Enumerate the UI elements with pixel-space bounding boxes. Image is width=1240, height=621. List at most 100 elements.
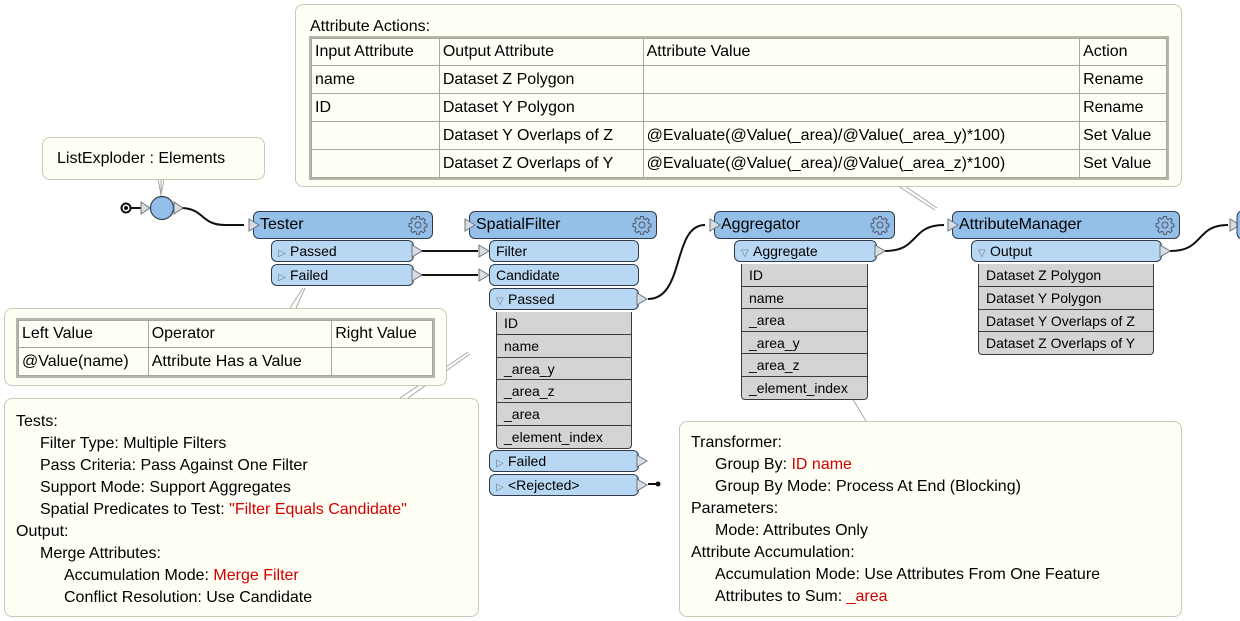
table-cell	[642, 93, 1081, 122]
aggregator-annotation[interactable]: Transformer: Group By: ID name Group By Mo…	[679, 421, 1182, 617]
port-label: Candidate	[496, 267, 560, 283]
list-exploder-annotation[interactable]: ListExploder : Elements	[42, 137, 265, 180]
annotation-line: Attribute Accumulation:	[691, 542, 855, 564]
output-port[interactable]: ▷ <Rejected>	[489, 473, 639, 498]
gear-icon[interactable]	[632, 215, 652, 235]
node-header[interactable]: Tester	[253, 211, 433, 239]
annotation-line: Mode: Attributes Only	[715, 520, 868, 542]
rejected-end-dot	[655, 481, 661, 487]
annotation-text: ListExploder : Elements	[57, 150, 226, 167]
table-header-row: Left Value Operator Right Value	[18, 320, 433, 348]
annotation-line: Accumulation Mode: Use Attributes From O…	[715, 564, 1100, 586]
input-triangle-icon	[478, 268, 490, 287]
attribute-row: name	[496, 334, 632, 358]
node-header[interactable]: Aggregator	[714, 211, 895, 239]
table-cell: ID	[311, 93, 440, 122]
output-port[interactable]: ▽ Aggregate	[734, 240, 877, 262]
output-port[interactable]: ▷ Failed	[489, 449, 639, 474]
table-cell: Dataset Y Overlaps of Z	[438, 121, 644, 150]
output-triangle-icon	[411, 268, 423, 287]
annotation-line: Accumulation Mode: Merge Filter	[64, 565, 299, 587]
input-port[interactable]: Filter	[489, 240, 639, 262]
annotation-line: Attributes to Sum: _area	[715, 586, 888, 608]
table-row: Dataset Y Overlaps of Z @Evaluate(@Value(…	[311, 121, 1167, 150]
column-header: Right Value	[331, 320, 433, 348]
table-cell	[311, 121, 440, 150]
annotation-label: Filter Type: Multiple Filters	[40, 435, 227, 452]
table-cell: name	[311, 65, 440, 94]
node-title: Tester	[260, 216, 304, 233]
attribute-row: _area	[496, 403, 632, 426]
table-cell: Set Value	[1079, 149, 1167, 178]
port-label: Failed	[290, 267, 329, 283]
column-header: Output Attribute	[438, 38, 644, 66]
annotation-line: Merge Attributes:	[40, 543, 161, 565]
table-cell: Dataset Z Polygon	[438, 65, 644, 94]
table-cell: Rename	[1079, 93, 1167, 122]
attribute-row: _area	[741, 309, 868, 332]
expand-down-icon[interactable]: ▽	[741, 244, 753, 264]
annotation-label: Pass Criteria: Pass Against One Filter	[40, 457, 308, 474]
port-label: Filter	[496, 243, 528, 259]
annotation-value: ID name	[791, 456, 852, 473]
annotation-label: Conflict Resolution: Use Candidate	[64, 589, 313, 606]
table-cell: Rename	[1079, 65, 1167, 94]
attribute-row: _area_y	[741, 331, 868, 355]
table-cell: Set Value	[1079, 121, 1167, 150]
annotation-pointer	[289, 287, 306, 309]
expand-down-icon[interactable]: ▽	[978, 244, 990, 264]
spatial-filter-annotation[interactable]: Tests: Filter Type: Multiple Filters Pass …	[4, 398, 479, 617]
expand-right-icon[interactable]: ▷	[496, 454, 508, 474]
attribute-row: Dataset Y Overlaps of Z	[978, 309, 1154, 333]
annotation-label: Parameters:	[691, 500, 779, 517]
annotation-label: Accumulation Mode: Use Attributes From O…	[715, 566, 1101, 583]
attribute-row: _area_z	[741, 354, 868, 377]
annotation-label: Merge Attributes:	[40, 545, 161, 562]
output-triangle-icon	[874, 244, 886, 263]
list-exploder-node[interactable]	[149, 195, 175, 221]
output-port[interactable]: ▽ Output	[971, 240, 1162, 262]
input-triangle-icon	[140, 201, 151, 215]
annotation-line: Spatial Predicates to Test: "Filter Equa…	[40, 499, 407, 521]
expand-right-icon[interactable]: ▷	[278, 268, 290, 288]
column-header: Action	[1079, 38, 1167, 66]
annotation-pointer	[897, 185, 938, 211]
output-port[interactable]: ▷ Passed	[271, 240, 414, 262]
annotation-value: "Filter Equals Candidate"	[229, 501, 407, 518]
connection	[647, 224, 706, 300]
attribute-row: ID	[496, 312, 632, 335]
annotation-label: Mode: Attributes Only	[715, 522, 868, 539]
attribute-row: name	[741, 286, 868, 310]
port-label: Passed	[290, 243, 337, 259]
expand-right-icon[interactable]: ▷	[496, 478, 508, 498]
node-header[interactable]: SpatialFilter	[469, 211, 657, 239]
column-header: Input Attribute	[311, 38, 440, 66]
attribute-row: Dataset Z Polygon	[978, 264, 1154, 287]
output-port[interactable]: ▽ Passed	[489, 288, 639, 310]
annotation-label: Group By Mode: Process At End (Blocking)	[715, 478, 1021, 495]
node-header[interactable]: AttributeManager	[952, 211, 1180, 239]
attribute-row: Dataset Y Polygon	[978, 286, 1154, 310]
annotation-label: Attribute Accumulation:	[691, 544, 855, 561]
attribute-row: _element_index	[741, 377, 868, 400]
annotation-label: Group By:	[715, 456, 792, 473]
input-triangle-icon	[248, 218, 260, 237]
output-triangle-icon	[636, 292, 648, 311]
annotation-line: Support Mode: Support Aggregates	[40, 477, 291, 499]
port-label: Aggregate	[753, 243, 818, 259]
input-triangle-icon	[478, 244, 490, 263]
annotation-line: Conflict Resolution: Use Candidate	[64, 587, 312, 609]
gear-icon[interactable]	[1155, 215, 1175, 235]
table-cell	[331, 347, 433, 376]
gear-icon[interactable]	[870, 215, 890, 235]
output-port[interactable]: ▷ Failed	[271, 264, 414, 286]
expand-down-icon[interactable]: ▽	[496, 292, 508, 312]
table-header-row: Input Attribute Output Attribute Attribute…	[311, 38, 1167, 66]
output-triangle-icon	[1159, 244, 1171, 263]
table-row: @Value(name) Attribute Has a Value	[18, 347, 433, 376]
input-port[interactable]: Candidate	[489, 264, 639, 286]
gear-icon[interactable]	[408, 215, 428, 235]
attribute-row: _area_y	[496, 357, 632, 381]
annotation-line: Pass Criteria: Pass Against One Filter	[40, 455, 308, 477]
expand-right-icon[interactable]: ▷	[278, 244, 290, 264]
